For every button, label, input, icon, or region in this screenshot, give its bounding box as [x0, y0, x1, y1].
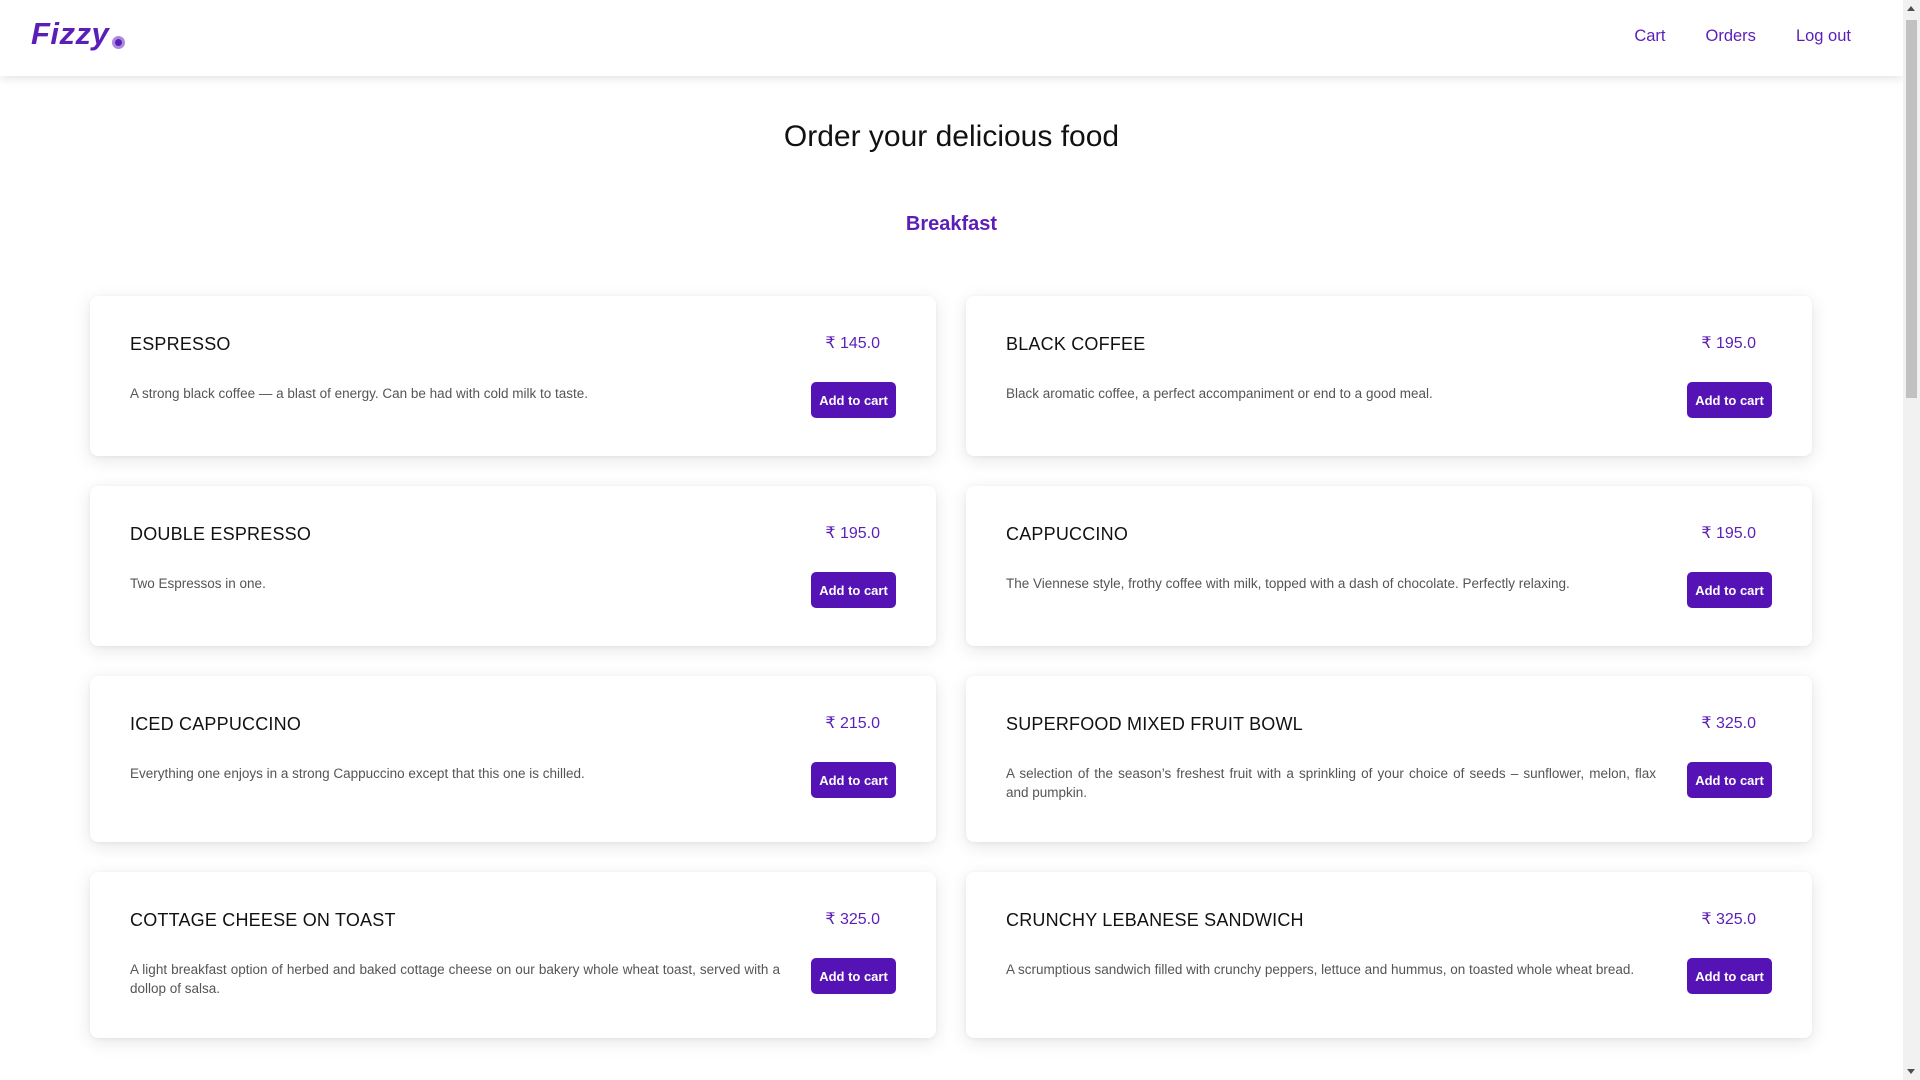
add-to-cart-button[interactable]: Add to cart [811, 382, 896, 418]
section-title-breakfast: Breakfast [905, 213, 998, 235]
add-to-cart-button[interactable]: Add to cart [1687, 382, 1772, 418]
item-name: CAPPUCCINO [1006, 524, 1129, 544]
item-name: COTTAGE CHEESE ON TOAST [130, 910, 396, 930]
scroll-down-arrow-icon[interactable] [1907, 1069, 1915, 1074]
item-description: Black aromatic coffee, a perfect accompa… [1006, 386, 1433, 401]
top-navbar: Fizzy Cart Orders Log out [0, 0, 1903, 76]
menu-grid: ESPRESSO ₹ 145.0 A strong black coffee —… [90, 296, 1813, 1038]
item-price: ₹ 325.0 [825, 911, 880, 928]
menu-item-card: ICED CAPPUCCINO ₹ 215.0 Everything one e… [90, 676, 936, 842]
add-to-cart-button[interactable]: Add to cart [811, 572, 896, 608]
logo[interactable]: Fizzy [31, 16, 126, 52]
add-to-cart-button[interactable]: Add to cart [811, 762, 896, 798]
menu-item-card: BLACK COFFEE ₹ 195.0 Black aromatic coff… [966, 296, 1812, 456]
item-name: SUPERFOOD MIXED FRUIT BOWL [1006, 714, 1303, 734]
item-price: ₹ 195.0 [825, 525, 880, 542]
nav-cart-link[interactable]: Cart [1634, 27, 1665, 46]
vertical-scrollbar[interactable] [1903, 0, 1920, 1080]
item-price: ₹ 145.0 [825, 335, 880, 352]
item-description: A scrumptious sandwich filled with crunc… [1006, 962, 1635, 977]
item-description: A light breakfast option of herbed and b… [130, 962, 780, 996]
add-to-cart-button[interactable]: Add to cart [1687, 762, 1772, 798]
item-name: ICED CAPPUCCINO [130, 714, 302, 734]
item-name: BLACK COFFEE [1006, 334, 1146, 354]
nav-orders-link[interactable]: Orders [1706, 27, 1756, 46]
menu-item-card: SUPERFOOD MIXED FRUIT BOWL ₹ 325.0 A sel… [966, 676, 1812, 842]
page-title: Order your delicious food [783, 120, 1120, 153]
menu-item-card: CRUNCHY LEBANESE SANDWICH ₹ 325.0 A scru… [966, 872, 1812, 1038]
main-nav: Cart Orders Log out [1634, 27, 1851, 46]
scrollbar-thumb[interactable] [1906, 20, 1917, 398]
add-to-cart-button[interactable]: Add to cart [1687, 958, 1772, 994]
item-price: ₹ 215.0 [825, 715, 880, 732]
item-name: ESPRESSO [130, 334, 231, 354]
item-name: DOUBLE ESPRESSO [130, 524, 312, 544]
item-description: A strong black coffee — a blast of energ… [130, 386, 588, 401]
nav-logout-link[interactable]: Log out [1796, 27, 1851, 46]
add-to-cart-button[interactable]: Add to cart [811, 958, 896, 994]
item-description: Two Espressos in one. [130, 576, 266, 591]
item-price: ₹ 195.0 [1701, 525, 1756, 542]
scroll-up-arrow-icon[interactable] [1907, 6, 1915, 11]
add-to-cart-button[interactable]: Add to cart [1687, 572, 1772, 608]
logo-dot-icon [112, 36, 126, 49]
item-price: ₹ 325.0 [1701, 715, 1756, 732]
menu-item-card: CAPPUCCINO ₹ 195.0 The Viennese style, f… [966, 486, 1812, 646]
page: Fizzy Cart Orders Log out Order your del… [0, 0, 1903, 1080]
item-price: ₹ 195.0 [1701, 335, 1756, 352]
menu-item-card: DOUBLE ESPRESSO ₹ 195.0 Two Espressos in… [90, 486, 936, 646]
item-name: CRUNCHY LEBANESE SANDWICH [1006, 910, 1304, 930]
item-description: A selection of the season’s freshest fru… [1006, 766, 1656, 800]
item-description: The Viennese style, frothy coffee with m… [1006, 576, 1570, 591]
logo-text: Fizzy [31, 16, 110, 51]
menu-item-card: COTTAGE CHEESE ON TOAST ₹ 325.0 A light … [90, 872, 936, 1038]
menu-item-card: ESPRESSO ₹ 145.0 A strong black coffee —… [90, 296, 936, 456]
item-price: ₹ 325.0 [1701, 911, 1756, 928]
item-description: Everything one enjoys in a strong Cappuc… [130, 766, 585, 781]
